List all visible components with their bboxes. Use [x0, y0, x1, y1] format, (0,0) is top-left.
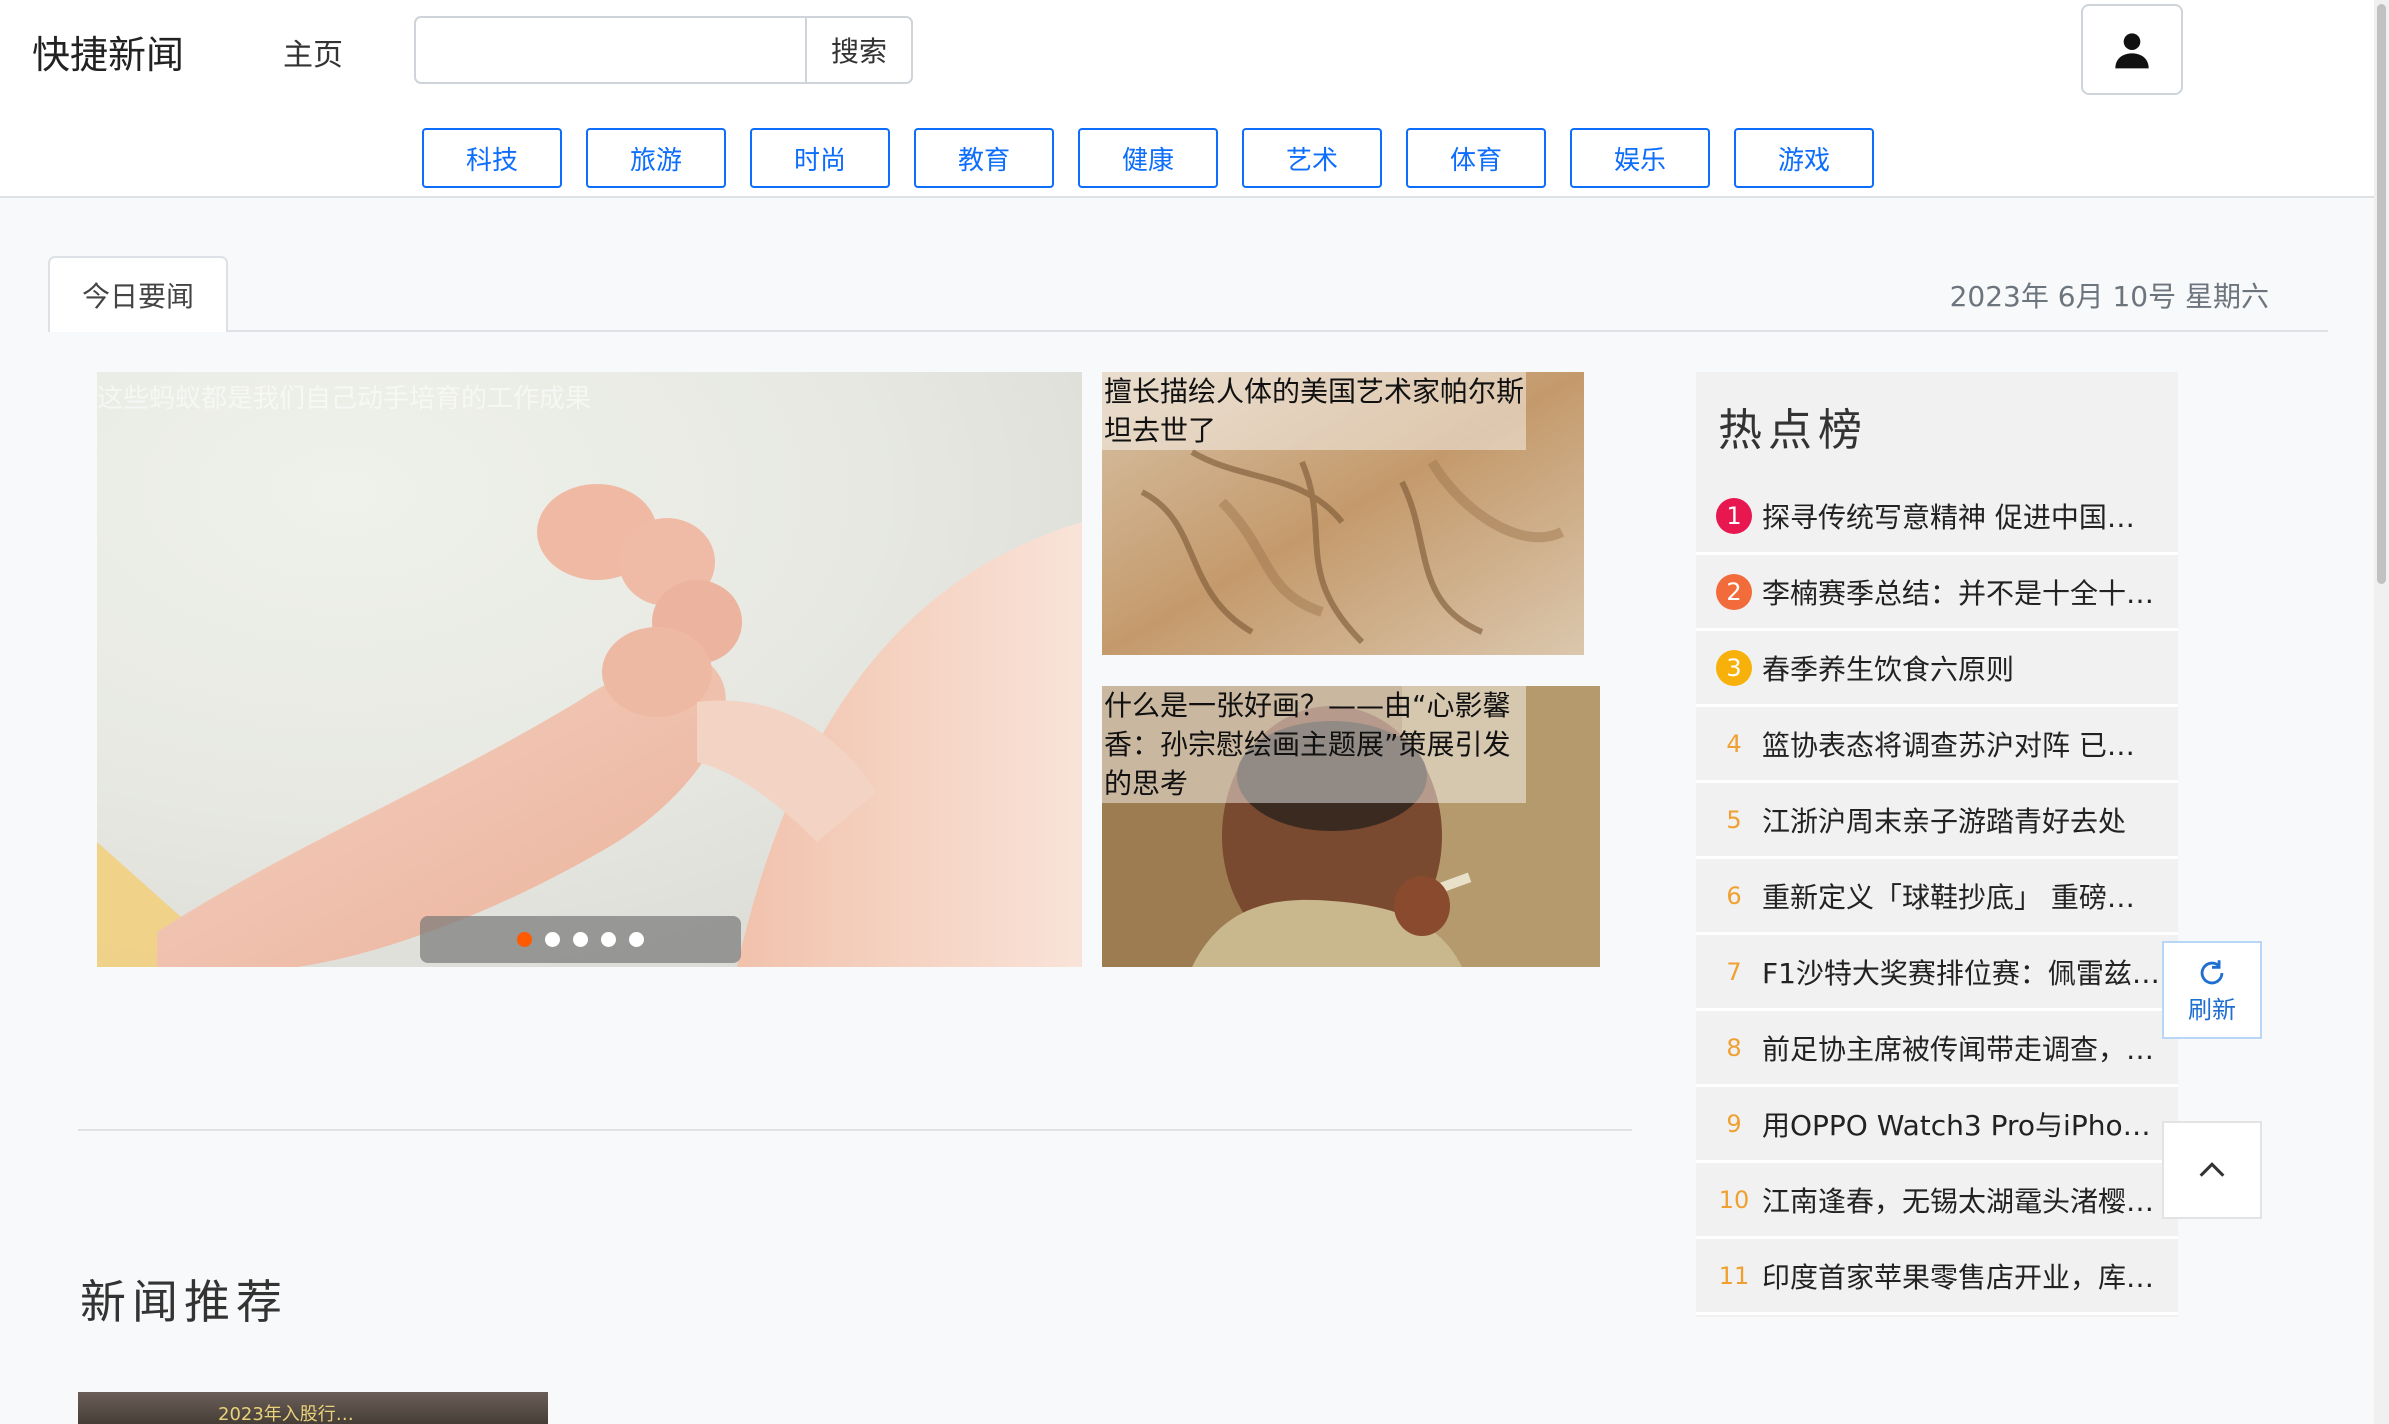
hot-item-text: 篮协表态将调查苏沪对阵 已要求相关俱乐部说明情况: [1762, 728, 2162, 762]
carousel-dot[interactable]: [601, 932, 616, 947]
tab-divider: [48, 330, 2328, 332]
headline-carousel[interactable]: 这些蚂蚁都是我们自己动手培育的工作成果: [97, 372, 1082, 967]
rank-number: 9: [1726, 1109, 1742, 1138]
category-education[interactable]: 教育: [914, 128, 1054, 188]
refresh-icon: [2200, 959, 2224, 984]
hot-list-title: 热点榜: [1718, 405, 1868, 456]
carousel-dot[interactable]: [629, 932, 644, 947]
carousel-dot[interactable]: [517, 932, 532, 947]
refresh-label: 刷新: [2188, 995, 2236, 1024]
hot-item[interactable]: 7 F1沙特大奖赛排位赛：佩雷兹夺得杆位: [1696, 935, 2178, 1011]
carousel-dot[interactable]: [573, 932, 588, 947]
hot-item-text: 李楠赛季总结：并不是十全十美，但是已经很满足: [1762, 576, 2162, 610]
carousel-image: [97, 372, 1082, 967]
tab-today-news[interactable]: 今日要闻: [48, 256, 228, 332]
rank-badge: 3: [1716, 649, 1752, 686]
category-art[interactable]: 艺术: [1242, 128, 1382, 188]
side-news-card[interactable]: 擅长描绘人体的美国艺术家帕尔斯坦去世了: [1102, 372, 1584, 655]
hot-item[interactable]: 10 江南逢春，无锡太湖鼋头渚樱花盛开: [1696, 1163, 2178, 1239]
rank-badge: 1: [1716, 497, 1752, 534]
brand-logo[interactable]: 快捷新闻: [32, 24, 184, 79]
category-bar: 科技 旅游 时尚 教育 健康 艺术 体育 娱乐 游戏: [0, 117, 2374, 198]
category-fashion[interactable]: 时尚: [750, 128, 890, 188]
category-health[interactable]: 健康: [1078, 128, 1218, 188]
category-list: 科技 旅游 时尚 教育 健康 艺术 体育 娱乐 游戏: [422, 128, 1874, 188]
hot-item[interactable]: 6 重新定义「球鞋抄底」 重磅联名低价入手: [1696, 859, 2178, 935]
hot-item[interactable]: 4 篮协表态将调查苏沪对阵 已要求相关俱乐部说明情况: [1696, 707, 2178, 783]
recommend-thumb-caption: 2023年入股行…: [218, 1404, 354, 1424]
category-travel[interactable]: 旅游: [586, 128, 726, 188]
hot-item-text: 江浙沪周末亲子游踏青好去处: [1762, 804, 2127, 838]
user-button[interactable]: [2081, 4, 2183, 95]
user-icon: [2115, 32, 2149, 68]
category-sports[interactable]: 体育: [1406, 128, 1546, 188]
current-date: 2023年 6月 10号 星期六: [1949, 280, 2269, 313]
top-navbar: 快捷新闻 主页 搜索: [0, 0, 2374, 117]
hot-item-text: 春季养生饮食六原则: [1762, 652, 2015, 686]
rank-number: 11: [1718, 1261, 1750, 1290]
chevron-up-icon: [2199, 1162, 2225, 1177]
hot-item-text: 用OPPO Watch3 Pro与iPhone搭配使用体验: [1762, 1108, 2162, 1142]
nav-home-link[interactable]: 主页: [283, 30, 343, 74]
hot-item-text: 前足协主席被传闻带走调查，官方暂未回应: [1762, 1032, 2162, 1066]
hot-item[interactable]: 3 春季养生饮食六原则: [1696, 631, 2178, 707]
rank-number: 8: [1726, 1033, 1742, 1062]
rank-number: 6: [1726, 881, 1742, 910]
search-button[interactable]: 搜索: [805, 16, 913, 84]
page-scrollbar[interactable]: [2374, 0, 2389, 1424]
hot-item-text: 江南逢春，无锡太湖鼋头渚樱花盛开: [1762, 1184, 2162, 1218]
category-entertainment[interactable]: 娱乐: [1570, 128, 1710, 188]
hot-item[interactable]: 9 用OPPO Watch3 Pro与iPhone搭配使用体验: [1696, 1087, 2178, 1163]
category-games[interactable]: 游戏: [1734, 128, 1874, 188]
section-divider: [78, 1129, 1632, 1131]
rank-number: 10: [1718, 1185, 1750, 1214]
rank-badge: 2: [1716, 573, 1752, 610]
refresh-button[interactable]: 刷新: [2162, 941, 2262, 1039]
hot-item[interactable]: 1 探寻传统写意精神 促进中国写意画发展: [1696, 479, 2178, 555]
news-title: 什么是一张好画？——由“心影馨香：孙宗慰绘画主题展”策展引发的思考: [1102, 686, 1526, 803]
hot-item[interactable]: 11 印度首家苹果零售店开业，库克亲自到场: [1696, 1239, 2178, 1315]
category-tech[interactable]: 科技: [422, 128, 562, 188]
back-to-top-button[interactable]: [2162, 1121, 2262, 1219]
carousel-caption: 这些蚂蚁都是我们自己动手培育的工作成果: [97, 384, 592, 414]
hot-item[interactable]: 5 江浙沪周末亲子游踏青好去处: [1696, 783, 2178, 859]
hot-item-text: 印度首家苹果零售店开业，库克亲自到场: [1762, 1260, 2162, 1294]
scrollbar-thumb[interactable]: [2377, 4, 2386, 584]
hot-list: 1 探寻传统写意精神 促进中国写意画发展 2 李楠赛季总结：并不是十全十美，但是…: [1696, 479, 2178, 1315]
hot-item[interactable]: 8 前足协主席被传闻带走调查，官方暂未回应: [1696, 1011, 2178, 1087]
recommend-heading: 新闻推荐: [80, 1275, 288, 1329]
recommend-thumbnail[interactable]: 2023年入股行…: [78, 1392, 548, 1424]
hot-item-text: 重新定义「球鞋抄底」 重磅联名低价入手: [1762, 880, 2162, 914]
hot-item-text: F1沙特大奖赛排位赛：佩雷兹夺得杆位: [1762, 956, 2162, 990]
carousel-dot[interactable]: [545, 932, 560, 947]
rank-number: 5: [1726, 805, 1742, 834]
hot-item-text: 探寻传统写意精神 促进中国写意画发展: [1762, 500, 2162, 534]
rank-number: 7: [1726, 957, 1742, 986]
carousel-indicators: [420, 916, 741, 963]
side-news-card[interactable]: 什么是一张好画？——由“心影馨香：孙宗慰绘画主题展”策展引发的思考: [1102, 686, 1600, 967]
search-input[interactable]: [414, 16, 806, 84]
news-title: 擅长描绘人体的美国艺术家帕尔斯坦去世了: [1102, 372, 1526, 450]
rank-number: 4: [1726, 729, 1742, 758]
hot-list-panel: 热点榜 1 探寻传统写意精神 促进中国写意画发展 2 李楠赛季总结：并不是十全十…: [1696, 372, 2178, 1317]
hot-item[interactable]: 2 李楠赛季总结：并不是十全十美，但是已经很满足: [1696, 555, 2178, 631]
